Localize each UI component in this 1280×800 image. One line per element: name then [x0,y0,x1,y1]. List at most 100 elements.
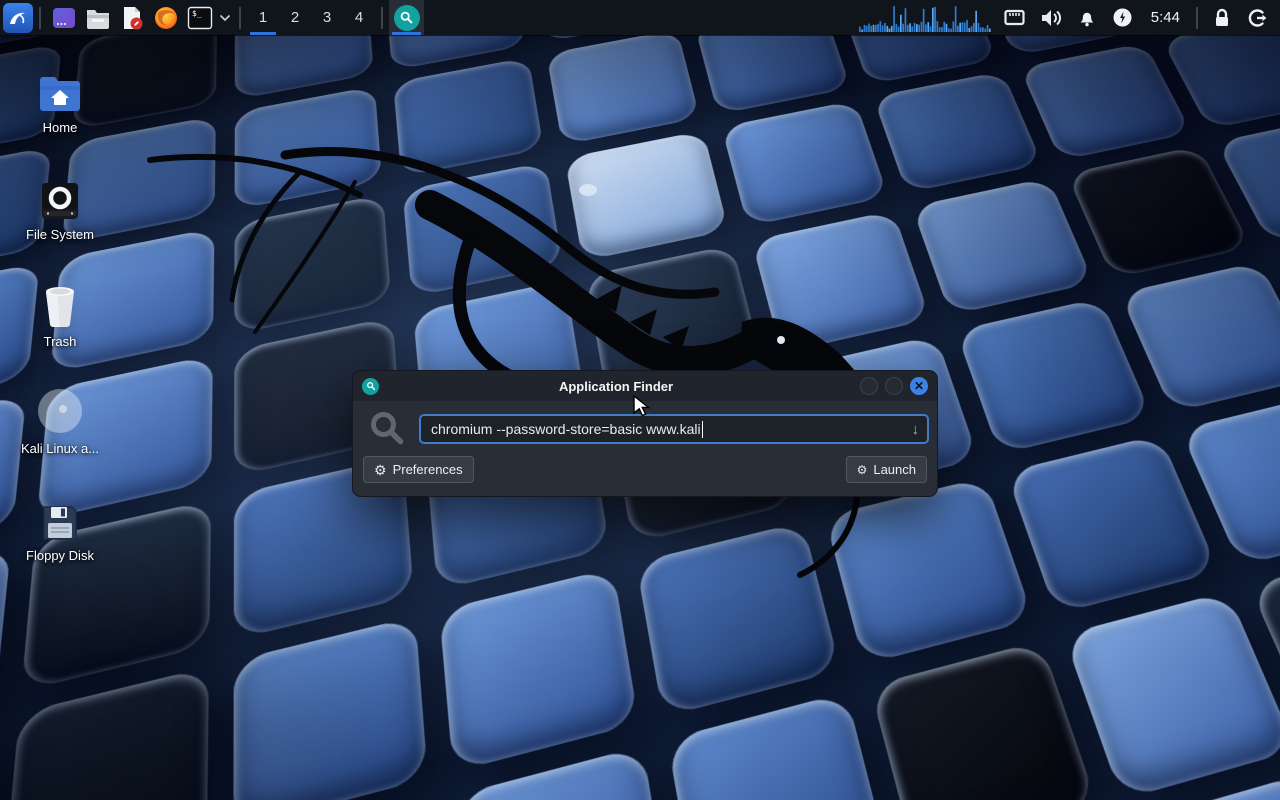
kali-logo-icon [7,7,29,29]
power-manager-tray-item[interactable] [1105,0,1141,35]
wallpaper-cube [636,522,841,718]
lock-screen-button[interactable] [1204,0,1240,35]
wallpaper-cube [721,100,888,226]
log-out-icon [1248,8,1268,28]
top-panel: $_ 1 2 3 4 [0,0,1280,35]
dropdown-arrow-icon[interactable]: ↓ [912,421,920,438]
launch-button-label: Launch [873,462,916,477]
wallpaper-cube [234,194,391,334]
wallpaper-cube [1066,146,1251,279]
launcher-file-manager[interactable] [81,0,115,35]
panel-separator [239,7,241,29]
launch-gears-icon: ⚙ [857,464,868,476]
window-title: Application Finder [379,379,853,394]
app-finder-icon [394,5,420,31]
desktop-icon-label: File System [26,227,94,242]
workspace-1[interactable]: 1 [247,0,279,35]
wallpaper-cube [1119,262,1280,413]
text-caret [702,421,703,438]
notifications-tray-item[interactable] [1069,0,1105,35]
desktop-icon-label: Home [43,120,78,135]
wallpaper-cube [912,177,1094,315]
launcher-window-app[interactable] [47,0,81,35]
app-finder-window-icon [362,378,379,395]
maximize-button[interactable] [885,377,903,395]
wallpaper-cube [1006,434,1219,614]
wallpaper-cube [439,568,639,772]
wallpaper-cube [235,86,382,210]
wallpaper-cube [393,57,544,177]
hard-disk-icon [40,165,80,221]
lock-icon [1213,8,1231,28]
wallpaper-cube [870,640,1099,800]
taskbar-application-finder[interactable] [389,0,424,35]
window-app-icon [51,5,77,31]
log-out-button[interactable] [1240,0,1276,35]
close-icon: ✕ [914,380,924,392]
wallpaper-cube [956,298,1153,455]
chevron-down-icon [219,14,231,22]
text-editor-icon [119,5,145,31]
wallpaper-cube [402,162,563,297]
application-finder-window: Application Finder ✕ chromium --password… [352,370,938,497]
workspace-2-label: 2 [291,9,299,26]
volume-icon [1040,8,1062,28]
firefox-icon [153,5,179,31]
workspace-4-label: 4 [355,9,363,26]
wallpaper-cube [1019,43,1192,161]
kali-docs-ghost-icon [36,379,84,435]
desktop-icon-trash[interactable]: Trash [12,272,108,372]
network-icon [1004,9,1025,27]
desktop-icon-kali-docs[interactable]: Kali Linux a... [12,379,108,479]
file-manager-icon [85,5,111,31]
search-input-value: chromium --password-store=basic www.kali [431,421,701,437]
wallpaper-cube [0,545,11,745]
wallpaper-cube [751,210,930,353]
wallpaper-cube [1063,591,1280,800]
wallpaper-cube [546,29,700,145]
home-folder-icon [37,58,83,114]
desktop-icon-label: Kali Linux a... [21,441,99,456]
workspace-3[interactable]: 3 [311,0,343,35]
desktop-icon-label: Floppy Disk [26,548,94,563]
volume-tray-item[interactable] [1033,0,1069,35]
terminal-icon: $_ [187,5,213,31]
launcher-dropdown-chevron[interactable] [217,0,233,35]
launcher-terminal[interactable]: $_ [183,0,217,35]
wallpaper-cube [233,616,427,800]
desktop-icon-floppy-disk[interactable]: Floppy Disk [12,486,108,586]
launcher-text-editor[interactable] [115,0,149,35]
network-tray-item[interactable] [997,0,1033,35]
bell-icon [1077,8,1097,28]
kali-menu-button[interactable] [3,3,33,33]
search-input[interactable]: chromium --password-store=basic www.kali… [419,414,929,444]
wallpaper-cube [667,692,890,800]
minimize-button[interactable] [860,377,878,395]
workspace-1-label: 1 [259,9,267,26]
desktop-icon-file-system[interactable]: File System [12,165,108,265]
desktop-icon-label: Trash [44,334,77,349]
window-titlebar[interactable]: Application Finder ✕ [353,371,937,401]
desktop-icon-home[interactable]: Home [12,58,108,158]
search-icon [368,409,406,447]
floppy-disk-icon [41,486,79,542]
preferences-button[interactable]: ⚙ Preferences [363,456,474,483]
workspace-3-label: 3 [323,9,331,26]
wallpaper-cube [565,131,729,262]
cpu-graph[interactable] [859,4,991,32]
wallpaper-cube [873,71,1043,193]
workspace-2[interactable]: 2 [279,0,311,35]
panel-separator [39,7,41,29]
wallpaper-cube [825,477,1034,664]
launch-button[interactable]: ⚙ Launch [846,456,927,483]
panel-clock[interactable]: 5:44 [1141,9,1190,26]
gear-icon: ⚙ [374,463,387,477]
panel-separator [1196,7,1198,29]
dialog-body: chromium --password-store=basic www.kali… [353,401,937,497]
close-button[interactable]: ✕ [910,377,928,395]
launcher-firefox[interactable] [149,0,183,35]
trash-can-icon [40,272,80,328]
wallpaper-cube [3,667,209,800]
workspace-4[interactable]: 4 [343,0,375,35]
terminal-glyph: $_ [192,9,202,18]
